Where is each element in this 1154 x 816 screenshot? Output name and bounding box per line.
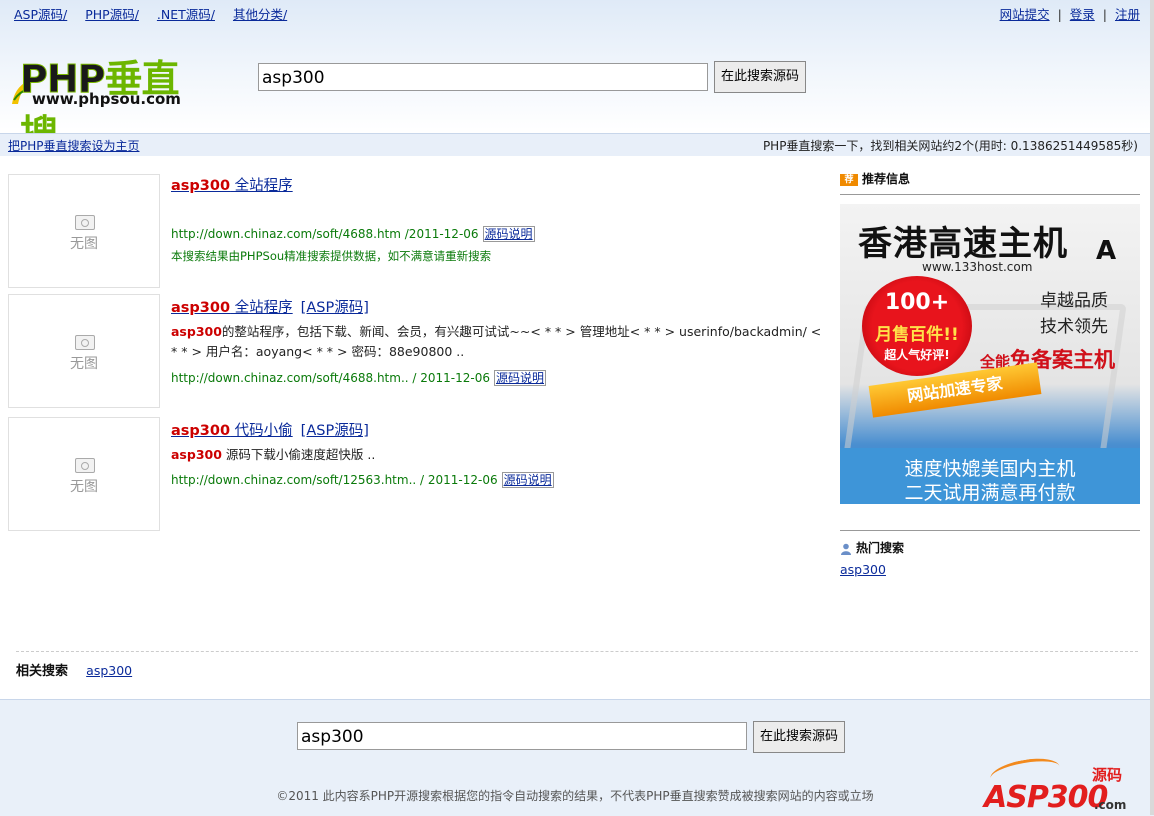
no-image-label: 无图 xyxy=(70,236,98,252)
watermark-cn: 源码 xyxy=(1092,766,1123,784)
submit-site-link[interactable]: 网站提交 xyxy=(1000,7,1050,22)
watermark-logo: ASP300 源码 .com xyxy=(980,754,1154,815)
result-thumbnail[interactable]: 无图 xyxy=(8,294,160,408)
result-title-text: 全站程序 xyxy=(230,178,293,194)
result-category-tag[interactable]: [ASP源码] xyxy=(301,300,369,316)
related-label: 相关搜索 xyxy=(16,664,69,679)
nav-separator: | xyxy=(1102,7,1107,22)
hosting-ad-banner[interactable]: 香港高速主机 www.133host.com A 100+ 月售百件!! 超人气… xyxy=(840,204,1140,504)
hot-search-title: 热门搜索 xyxy=(856,541,905,555)
site-logo[interactable]: PHP垂直搜 www.phpsou.com xyxy=(10,46,210,156)
result-url: http://down.chinaz.com/soft/4688.htm.. /… xyxy=(171,369,546,386)
divider xyxy=(16,651,1138,652)
result-title[interactable]: asp300 代码小偷 [ASP源码] xyxy=(171,419,369,440)
result-title[interactable]: asp300 全站程序 xyxy=(171,174,293,195)
desc-text: 的整站程序，包括下载、新闻、会员，有兴趣可试试~~< * * > 管理地址< *… xyxy=(171,324,822,359)
result-note[interactable]: 本搜索结果由PHPSou精准搜索提供数据，如不满意请重新搜索 xyxy=(171,248,491,264)
search-input[interactable]: asp300 xyxy=(258,63,708,91)
camera-icon xyxy=(75,335,95,350)
recommend-heading: 荐推荐信息 xyxy=(840,170,1140,195)
top-category-nav: ASP源码/ PHP源码/ .NET源码/ 其他分类/ xyxy=(14,4,301,23)
desc-keyword: asp300 xyxy=(171,324,222,339)
result-thumbnail[interactable]: 无图 xyxy=(8,174,160,288)
hot-search-heading: 热门搜索 xyxy=(840,530,1140,563)
copyright-text: ©2011 此内容系PHP开源搜索根据您的指令自动搜索的结果，不代表PHP垂直搜… xyxy=(276,789,874,803)
ad-title: 香港高速主机 xyxy=(858,224,1068,264)
ad-site: www.133host.com xyxy=(922,260,1033,274)
watermark-text: ASP300 xyxy=(984,780,1108,815)
source-note-link[interactable]: 源码说明 xyxy=(493,370,546,386)
nav-asp-source[interactable]: ASP源码/ xyxy=(14,7,67,22)
desc-keyword: asp300 xyxy=(171,447,222,462)
badge-sales: 月售百件!! xyxy=(875,325,959,345)
camera-icon xyxy=(75,458,95,473)
search-button[interactable]: 在此搜索源码 xyxy=(714,61,807,93)
ad-quality: 卓越品质 xyxy=(1040,291,1108,311)
no-image-label: 无图 xyxy=(70,356,98,372)
result-description: asp300 源码下载小偷速度超快版 .. xyxy=(171,445,831,465)
result-url: http://down.chinaz.com/soft/12563.htm.. … xyxy=(171,471,554,488)
result-url-text[interactable]: http://down.chinaz.com/soft/4688.htm /20… xyxy=(171,227,479,241)
result-title-text: 代码小偷 xyxy=(230,423,293,439)
source-note-link[interactable]: 源码说明 xyxy=(482,226,535,242)
result-keyword: asp300 xyxy=(171,300,231,316)
ad-footer-line1: 速度快媲美国内主机 xyxy=(904,458,1076,480)
register-link[interactable]: 注册 xyxy=(1115,7,1140,22)
ad-tech: 技术领先 xyxy=(1040,317,1108,337)
result-item: 无图 asp300 代码小偷 [ASP源码] asp300 源码下载小偷速度超快版… xyxy=(8,417,823,531)
result-title[interactable]: asp300 全站程序 [ASP源码] xyxy=(171,296,369,317)
ad-footer-line2: 二天试用满意再付款 xyxy=(904,482,1076,504)
hot-search-item[interactable]: asp300 xyxy=(840,562,886,577)
related-searches: 相关搜索 asp300 xyxy=(16,660,132,679)
recommend-title: 推荐信息 xyxy=(862,172,911,186)
badge-praise: 超人气好评! xyxy=(884,348,950,362)
source-note-link[interactable]: 源码说明 xyxy=(501,472,554,488)
related-item[interactable]: asp300 xyxy=(86,663,132,678)
result-category-tag[interactable]: [ASP源码] xyxy=(301,423,369,439)
result-url-text[interactable]: http://down.chinaz.com/soft/4688.htm.. /… xyxy=(171,371,490,385)
user-nav: 网站提交 | 登录 | 注册 xyxy=(1000,4,1140,23)
result-url: http://down.chinaz.com/soft/4688.htm /20… xyxy=(171,225,535,242)
user-icon xyxy=(841,543,851,555)
watermark-com: .com xyxy=(1094,798,1127,812)
nav-other-category[interactable]: 其他分类/ xyxy=(233,7,287,22)
result-title-text: 全站程序 xyxy=(230,300,293,316)
result-description: asp300的整站程序，包括下载、新闻、会员，有兴趣可试试~~< * * > 管… xyxy=(171,322,831,362)
ad-badge: 100+ 月售百件!! 超人气好评! xyxy=(862,276,972,376)
window-edge xyxy=(1150,0,1154,815)
result-thumbnail[interactable]: 无图 xyxy=(8,417,160,531)
nav-php-source[interactable]: PHP源码/ xyxy=(85,7,139,22)
search-stats: PHP垂直搜索一下，找到相关网站约2个(用时: 0.1386251449585秒… xyxy=(762,139,1138,153)
result-url-text[interactable]: http://down.chinaz.com/soft/12563.htm.. … xyxy=(171,473,498,487)
nav-dotnet-source[interactable]: .NET源码/ xyxy=(157,7,215,22)
ad-logo: A xyxy=(1096,236,1117,266)
result-item: 无图 asp300 全站程序 http://down.chinaz.com/so… xyxy=(8,174,823,288)
badge-count: 100+ xyxy=(884,290,950,315)
logo-url: www.phpsou.com xyxy=(32,90,181,108)
set-homepage-link[interactable]: 把PHP垂直搜索设为主页 xyxy=(8,137,140,154)
bottom-search-button[interactable]: 在此搜索源码 xyxy=(753,721,846,753)
camera-icon xyxy=(75,215,95,230)
result-keyword: asp300 xyxy=(171,423,231,439)
no-image-label: 无图 xyxy=(70,479,98,495)
bottom-search-input[interactable]: asp300 xyxy=(297,722,747,750)
info-strip: 把PHP垂直搜索设为主页 PHP垂直搜索一下，找到相关网站约2个(用时: 0.1… xyxy=(0,133,1154,156)
result-keyword: asp300 xyxy=(171,178,231,194)
desc-text: 源码下载小偷速度超快版 .. xyxy=(221,447,376,462)
nav-separator: | xyxy=(1057,7,1062,22)
login-link[interactable]: 登录 xyxy=(1070,7,1095,22)
result-item: 无图 asp300 全站程序 [ASP源码] asp300的整站程序，包括下载、新… xyxy=(8,294,823,408)
recommend-icon: 荐 xyxy=(840,173,858,186)
